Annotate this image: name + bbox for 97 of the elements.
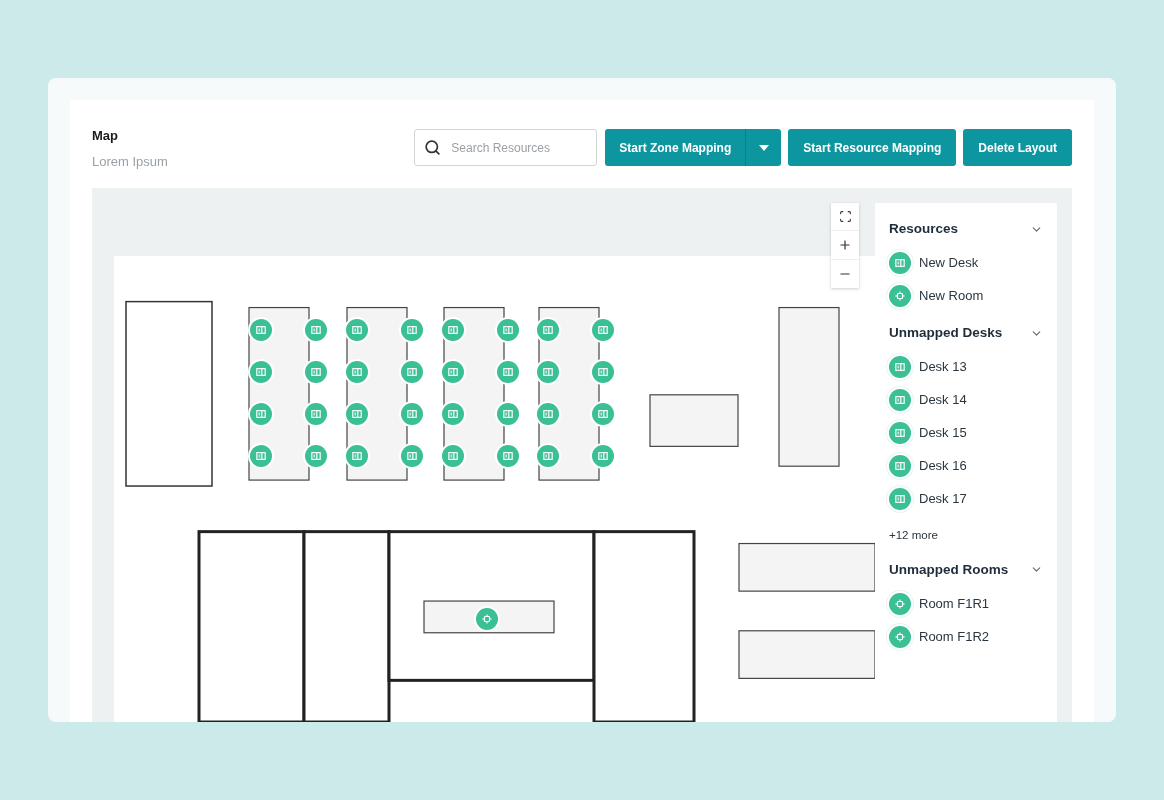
search-icon <box>424 139 442 156</box>
action-button[interactable]: Delete Layout <box>963 129 1072 166</box>
desk-pin[interactable] <box>537 403 559 425</box>
desk-pin[interactable] <box>537 361 559 383</box>
desk-icon <box>598 451 608 461</box>
desk-icon <box>598 367 608 377</box>
desk-pin[interactable] <box>401 319 423 341</box>
desk-pin[interactable] <box>305 403 327 425</box>
section-title: Unmapped Desks <box>889 324 1003 343</box>
desk-pin[interactable] <box>346 403 368 425</box>
desk-pin[interactable] <box>442 403 464 425</box>
desk-pin[interactable] <box>305 445 327 467</box>
desk-icon <box>503 451 513 461</box>
desk-pin[interactable] <box>346 361 368 383</box>
desk-pin[interactable] <box>250 403 272 425</box>
desk-pin[interactable] <box>592 445 614 467</box>
desk-icon <box>543 409 553 419</box>
desk-icon <box>448 451 458 461</box>
desk-pin[interactable] <box>346 445 368 467</box>
desk-icon <box>407 367 417 377</box>
desk-icon <box>352 451 362 461</box>
desk-pin[interactable] <box>250 361 272 383</box>
fullscreen-icon <box>838 210 852 223</box>
desk-icon <box>407 451 417 461</box>
resource-item[interactable]: Room F1R1 <box>889 592 1043 615</box>
resource-item[interactable]: New Desk <box>889 251 1043 275</box>
resource-item[interactable]: Desk 13 <box>889 355 1043 379</box>
desk-icon <box>503 325 513 335</box>
desk-pin[interactable] <box>442 445 464 467</box>
room-icon <box>895 631 905 642</box>
desk-icon <box>895 428 905 438</box>
desk-pin[interactable] <box>401 445 423 467</box>
desk-icon <box>352 367 362 377</box>
desk-icon <box>503 367 513 377</box>
desk-pin[interactable] <box>250 445 272 467</box>
desk-pin[interactable] <box>346 319 368 341</box>
desk-pin[interactable] <box>401 403 423 425</box>
desk-icon <box>407 325 417 335</box>
desk-icon <box>598 409 608 419</box>
desk-icon <box>448 409 458 419</box>
desk-icon <box>895 362 905 372</box>
desk-pin[interactable] <box>497 319 519 341</box>
desk-icon <box>352 325 362 335</box>
desk-icon <box>352 409 362 419</box>
resource-item[interactable]: Desk 15 <box>889 421 1043 445</box>
desk-pin[interactable] <box>497 361 519 383</box>
room-pin[interactable] <box>476 608 498 630</box>
room-icon <box>895 598 905 609</box>
desk-pin[interactable] <box>537 319 559 341</box>
desk-icon <box>895 395 905 405</box>
room-icon <box>482 614 492 624</box>
room-icon <box>895 290 905 301</box>
desk-icon <box>543 325 553 335</box>
desk-pin[interactable] <box>592 403 614 425</box>
desk-pin[interactable] <box>592 319 614 341</box>
action-button[interactable]: Start Resource Mapping <box>788 129 957 166</box>
desk-pin[interactable] <box>537 445 559 467</box>
desk-icon <box>256 367 266 377</box>
resource-item[interactable]: Desk 14 <box>889 388 1043 412</box>
desk-pin[interactable] <box>305 319 327 341</box>
desk-icon <box>256 325 266 335</box>
plus-icon <box>838 238 852 252</box>
desk-icon <box>407 409 417 419</box>
desk-pin[interactable] <box>305 361 327 383</box>
desk-icon <box>543 451 553 461</box>
desk-pin[interactable] <box>592 361 614 383</box>
resource-item[interactable]: Room F1R2 <box>889 625 1043 648</box>
desk-icon <box>311 409 321 419</box>
resource-item[interactable]: Desk 16 <box>889 454 1043 478</box>
desk-pin[interactable] <box>497 403 519 425</box>
desk-icon <box>448 325 458 335</box>
more-link[interactable]: +12 more <box>889 526 1043 544</box>
desk-pin[interactable] <box>442 361 464 383</box>
desk-icon <box>895 461 905 471</box>
desk-icon <box>311 325 321 335</box>
desk-icon <box>448 367 458 377</box>
resource-item[interactable]: New Room <box>889 284 1043 308</box>
search-field[interactable]: Search Resources <box>414 129 598 166</box>
desk-icon <box>598 325 608 335</box>
desk-pin[interactable] <box>442 319 464 341</box>
page-title: Map <box>92 127 119 145</box>
desk-icon <box>311 367 321 377</box>
resource-item[interactable]: Desk 17 <box>889 487 1043 511</box>
desk-pin[interactable] <box>497 445 519 467</box>
desk-icon <box>256 409 266 419</box>
desk-icon <box>895 257 905 268</box>
section-title: Unmapped Rooms <box>889 560 1009 579</box>
desk-icon <box>895 494 905 504</box>
section-title: Resources <box>889 220 959 238</box>
desk-icon <box>503 409 513 419</box>
caret-icon <box>758 144 769 151</box>
desk-pin[interactable] <box>401 361 423 383</box>
desk-pin[interactable] <box>250 319 272 341</box>
desk-icon <box>311 451 321 461</box>
page-subtitle: Lorem Ipsum <box>92 152 168 171</box>
desk-icon <box>543 367 553 377</box>
desk-icon <box>256 451 266 461</box>
